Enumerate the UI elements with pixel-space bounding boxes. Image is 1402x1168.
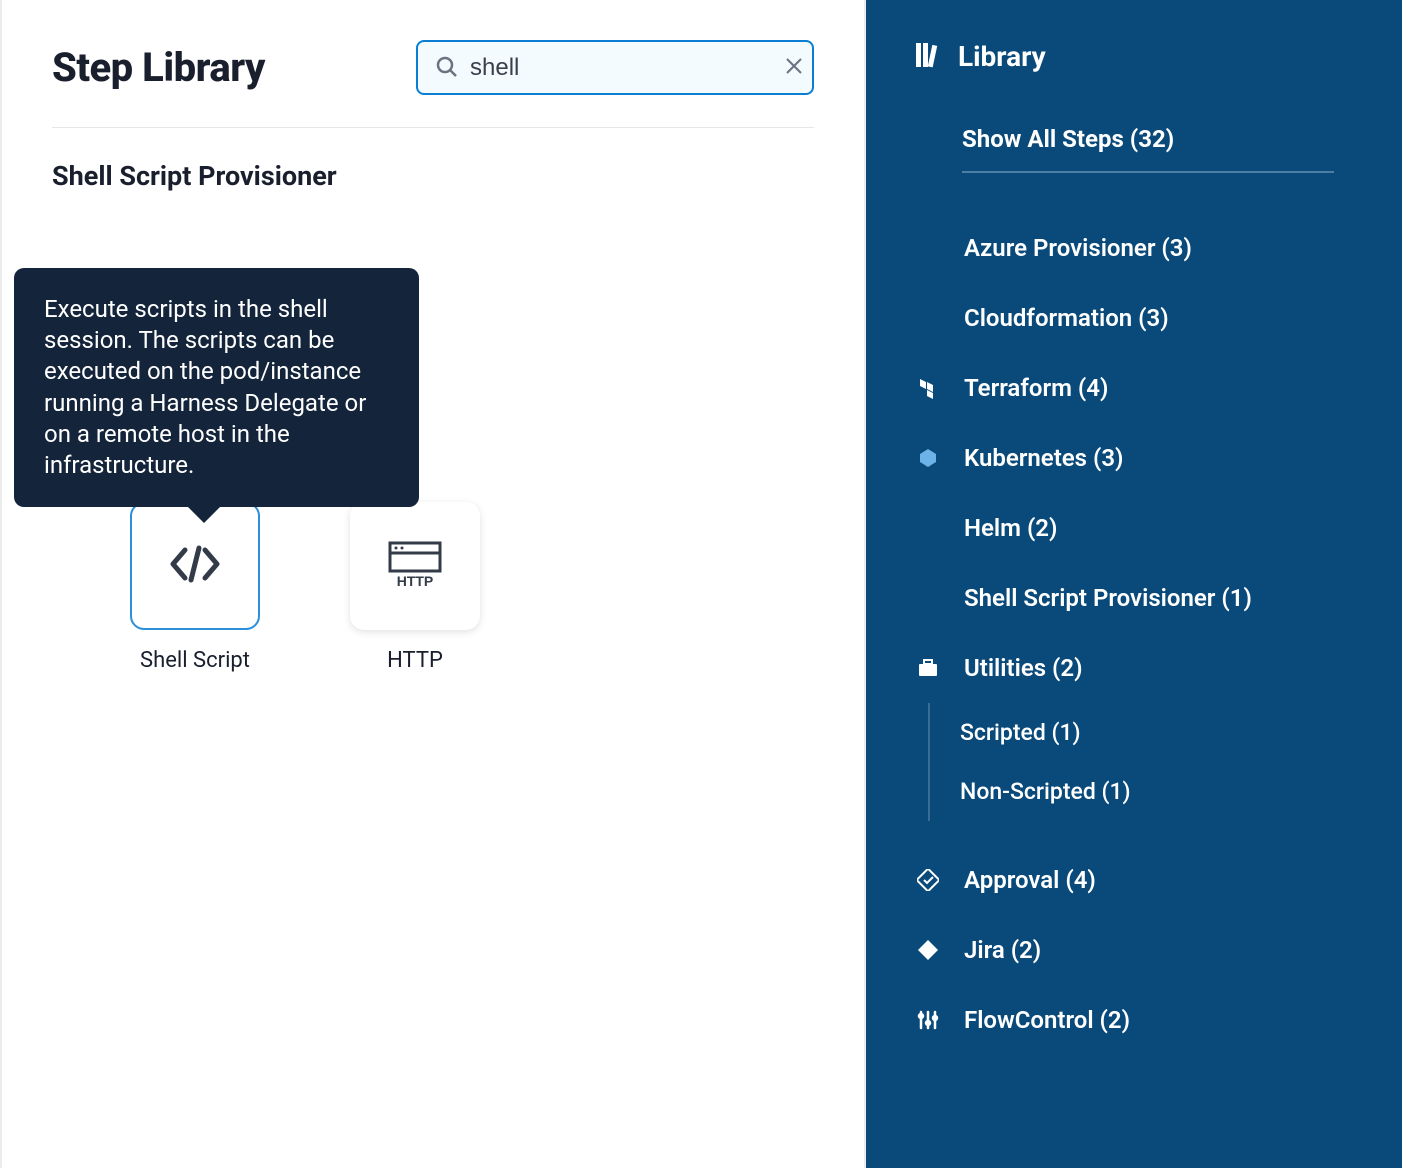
sidebar-item-kubernetes[interactable]: Kubernetes (3) (916, 423, 1372, 493)
show-all-row: Show All Steps (32) (866, 107, 1402, 173)
http-icon: HTTP (386, 539, 444, 593)
clear-search-button[interactable] (780, 52, 820, 83)
sidebar-item-azure-provisioner[interactable]: Azure Provisioner (3) (916, 213, 1372, 283)
header-row: Step Library (52, 40, 814, 128)
sidebar-item-helm[interactable]: Helm (2) (916, 493, 1372, 563)
sidebar-item-label: Approval (4) (964, 866, 1096, 894)
spacer (916, 821, 1372, 845)
sidebar-item-approval[interactable]: Approval (4) (916, 845, 1372, 915)
sidebar-title: Library (958, 40, 1046, 73)
show-all-steps-button[interactable]: Show All Steps (32) (962, 125, 1334, 173)
search-input[interactable] (470, 54, 780, 82)
briefcase-icon (916, 659, 940, 677)
sidebar-item-label: Utilities (2) (964, 654, 1083, 682)
section-title: Shell Script Provisioner (52, 160, 814, 192)
sidebar-item-label: Terraform (4) (964, 374, 1108, 402)
library-icon (916, 41, 940, 73)
sidebar-subitem-scripted[interactable]: Scripted (1) (960, 703, 1372, 762)
tooltip-text: Execute scripts in the shell session. Th… (44, 295, 366, 479)
page-title: Step Library (52, 44, 265, 91)
card-label: HTTP (387, 648, 443, 673)
card-label: Shell Script (140, 648, 250, 673)
sidebar-item-label: Scripted (1) (960, 719, 1081, 746)
sub-category-container: Scripted (1) Non-Scripted (1) (916, 703, 1372, 821)
sidebar-item-label: Shell Script Provisioner (1) (964, 584, 1252, 612)
cards-row: Shell Script HTTP HTTP (130, 502, 814, 673)
svg-text:HTTP: HTTP (397, 573, 434, 589)
search-box[interactable] (416, 40, 814, 95)
kubernetes-icon (916, 448, 940, 468)
sidebar: Library Show All Steps (32) Azure Provis… (866, 0, 1402, 1168)
close-icon (784, 56, 816, 79)
main-panel: Step Library Shell Script Provisioner Ex… (0, 0, 866, 1168)
approval-icon (916, 869, 940, 891)
http-card[interactable]: HTTP (350, 502, 480, 630)
sliders-icon (916, 1009, 940, 1031)
category-list: Azure Provisioner (3) Cloudformation (3)… (866, 213, 1402, 1055)
sidebar-item-label: Jira (2) (964, 936, 1041, 964)
sidebar-item-jira[interactable]: Jira (2) (916, 915, 1372, 985)
sidebar-item-label: Non-Scripted (1) (960, 778, 1131, 805)
sidebar-item-shell-script-provisioner[interactable]: Shell Script Provisioner (1) (916, 563, 1372, 633)
code-icon (167, 544, 223, 588)
jira-icon (916, 939, 940, 961)
sidebar-header: Library (866, 28, 1402, 107)
sub-category-list: Scripted (1) Non-Scripted (1) (928, 703, 1372, 821)
sidebar-subitem-non-scripted[interactable]: Non-Scripted (1) (960, 762, 1372, 821)
sidebar-item-label: Helm (2) (964, 514, 1057, 542)
step-card-http: HTTP HTTP (350, 502, 480, 673)
sidebar-item-flowcontrol[interactable]: FlowControl (2) (916, 985, 1372, 1055)
sidebar-item-terraform[interactable]: Terraform (4) (916, 353, 1372, 423)
search-icon (434, 54, 470, 82)
step-card-shell-script: Shell Script (130, 502, 260, 673)
terraform-icon (916, 377, 940, 399)
sidebar-item-label: Azure Provisioner (3) (964, 234, 1192, 262)
sidebar-item-cloudformation[interactable]: Cloudformation (3) (916, 283, 1372, 353)
sidebar-item-label: FlowControl (2) (964, 1006, 1130, 1034)
sidebar-item-label: Cloudformation (3) (964, 304, 1169, 332)
tooltip: Execute scripts in the shell session. Th… (14, 268, 419, 507)
sidebar-item-utilities[interactable]: Utilities (2) (916, 633, 1372, 703)
sidebar-item-label: Kubernetes (3) (964, 444, 1123, 472)
